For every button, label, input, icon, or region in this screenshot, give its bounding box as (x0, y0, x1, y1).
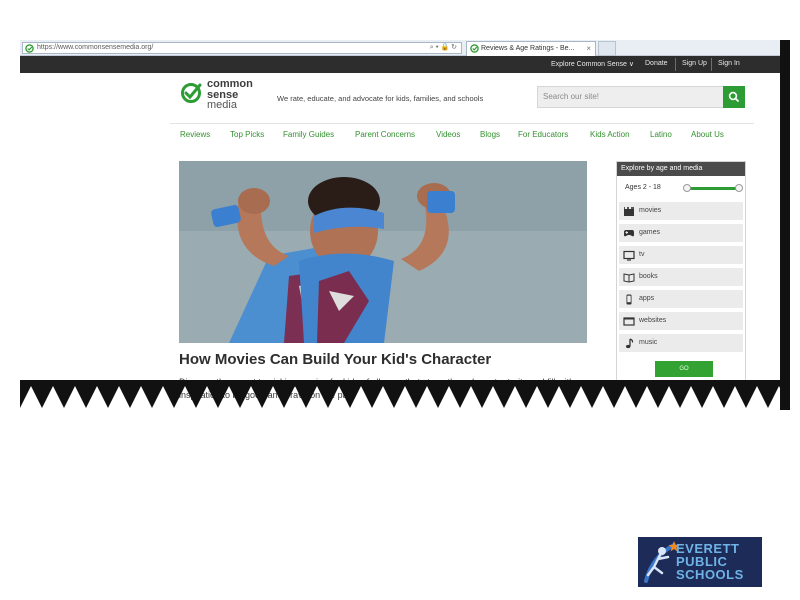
media-label: websites (639, 317, 667, 324)
search-input[interactable]: Search our site! (537, 86, 724, 108)
common-sense-logo-icon[interactable] (180, 82, 202, 104)
sign-up-link[interactable]: Sign Up (682, 60, 707, 67)
explore-panel-title: Explore by age and media (617, 162, 745, 176)
book-icon (623, 273, 635, 283)
torn-edge (20, 380, 790, 408)
media-item-tv[interactable]: tv (619, 246, 743, 265)
explore-common-sense-link[interactable]: Explore Common Sense ∨ (551, 60, 634, 68)
media-label: music (639, 339, 658, 346)
address-bar[interactable]: https://www.commonsensemedia.org/ ⌕ ▾ 🔒 … (22, 42, 462, 54)
window-edge (780, 40, 790, 410)
media-label: books (639, 273, 658, 280)
film-icon (624, 207, 634, 216)
search-icon (728, 91, 740, 103)
media-item-movies[interactable]: movies (619, 202, 743, 221)
tab-close-icon[interactable]: × (586, 42, 591, 55)
divider (675, 58, 676, 71)
nav-about-us[interactable]: About Us (691, 130, 724, 139)
slide: https://www.commonsensemedia.org/ ⌕ ▾ 🔒 … (0, 0, 800, 600)
everett-public-schools-logo: EVERETT PUBLIC SCHOOLS (638, 537, 762, 587)
nav-top-picks[interactable]: Top Picks (230, 130, 264, 139)
main-nav: Reviews Top Picks Family Guides Parent C… (180, 130, 754, 144)
slider-handle-max[interactable] (735, 184, 743, 192)
new-tab-button[interactable] (598, 41, 616, 56)
divider (711, 58, 712, 71)
search-button[interactable] (723, 86, 745, 108)
age-range-slider[interactable] (683, 184, 743, 192)
brand-wordmark[interactable]: common sense media (207, 79, 253, 111)
media-item-apps[interactable]: apps (619, 290, 743, 309)
site-favicon-icon (25, 44, 34, 53)
nav-reviews[interactable]: Reviews (180, 130, 210, 139)
nav-family-guides[interactable]: Family Guides (283, 130, 334, 139)
phone-icon (626, 294, 632, 305)
site-tagline: We rate, educate, and advocate for kids,… (277, 94, 484, 103)
nav-blogs[interactable]: Blogs (480, 130, 500, 139)
browser-tab[interactable]: Reviews & Age Ratings - Be... × (466, 41, 596, 56)
feature-headline[interactable]: How Movies Can Build Your Kid's Characte… (179, 351, 491, 368)
nav-parent-concerns[interactable]: Parent Concerns (355, 130, 415, 139)
monitor-icon (623, 317, 635, 326)
nav-videos[interactable]: Videos (436, 130, 460, 139)
nav-for-educators[interactable]: For Educators (518, 130, 568, 139)
address-url: https://www.commonsensemedia.org/ (37, 44, 154, 51)
media-label: games (639, 229, 661, 236)
tab-favicon-icon (470, 44, 479, 53)
browser-screenshot: https://www.commonsensemedia.org/ ⌕ ▾ 🔒 … (20, 40, 790, 410)
music-note-icon (626, 338, 634, 349)
hero-image[interactable] (179, 161, 587, 343)
donate-link[interactable]: Donate (645, 60, 668, 67)
browser-toolbar: https://www.commonsensemedia.org/ ⌕ ▾ 🔒 … (20, 40, 790, 56)
media-label: movies (639, 207, 662, 214)
media-item-games[interactable]: games (619, 224, 743, 243)
nav-kids-action[interactable]: Kids Action (590, 130, 630, 139)
brand-line1: common (207, 78, 253, 90)
sign-in-link[interactable]: Sign In (718, 60, 740, 67)
school-line3: SCHOOLS (676, 567, 744, 582)
nav-latino[interactable]: Latino (650, 130, 672, 139)
address-bar-icons[interactable]: ⌕ ▾ 🔒 ↻ (430, 43, 457, 53)
media-item-websites[interactable]: websites (619, 312, 743, 331)
media-label: apps (639, 295, 655, 302)
media-label: tv (639, 251, 645, 258)
go-button[interactable]: GO (655, 361, 713, 377)
superhero-kid-photo (179, 161, 587, 343)
slider-handle-min[interactable] (683, 184, 691, 192)
brand-line3: media (207, 99, 237, 111)
media-item-music[interactable]: music (619, 334, 743, 353)
ages-label: Ages 2 - 18 (625, 184, 661, 191)
tv-icon (623, 250, 635, 261)
utility-bar: Explore Common Sense ∨ Donate Sign Up Si… (20, 56, 780, 73)
explore-panel: Explore by age and media Ages 2 - 18 mov… (616, 161, 746, 386)
tab-title: Reviews & Age Ratings - Be... (481, 45, 575, 52)
media-item-books[interactable]: books (619, 268, 743, 287)
gamepad-icon (624, 230, 634, 237)
runner-swoosh-icon (644, 541, 680, 583)
nav-divider (170, 123, 754, 124)
